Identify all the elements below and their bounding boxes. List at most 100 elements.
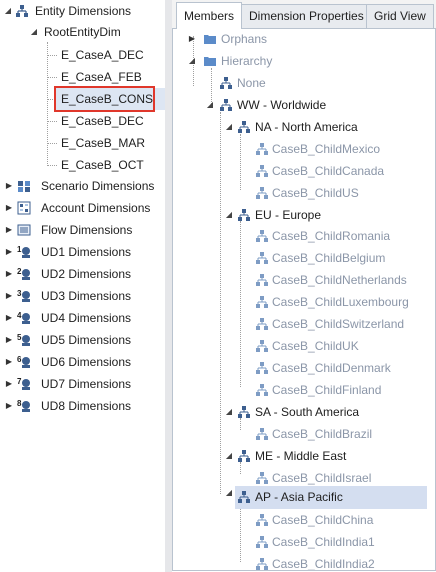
tree-node-child[interactable]: CaseB_ChildRomania bbox=[173, 226, 435, 246]
tree-node-ud4-dimensions[interactable]: ▶ 4 UD4 Dimensions bbox=[0, 308, 165, 328]
child-label: CaseB_ChildNetherlands bbox=[272, 273, 407, 287]
tree-node-ap-selected[interactable]: AP - Asia Pacific bbox=[235, 486, 427, 509]
ud-dimensions-label: UD5 Dimensions bbox=[41, 333, 132, 347]
tree-node-ud8-dimensions[interactable]: ▶ 8 UD8 Dimensions bbox=[0, 396, 165, 416]
member-icon bbox=[256, 428, 268, 440]
account-dimensions-label: Account Dimensions bbox=[41, 201, 151, 215]
tree-node-child[interactable]: CaseB_ChildSwitzerland bbox=[173, 314, 435, 334]
tab-dimension-properties[interactable]: Dimension Properties bbox=[241, 4, 372, 28]
tree-node-root-entity-dim[interactable]: ◢ RootEntityDim bbox=[0, 22, 165, 42]
tab-grid-view[interactable]: Grid View bbox=[366, 4, 434, 28]
ud-number: 7 bbox=[17, 377, 22, 386]
entity-label: E_CaseB_DEC bbox=[61, 114, 144, 128]
expand-arrow-icon[interactable]: ◢ bbox=[224, 402, 234, 422]
tree-connector bbox=[47, 55, 57, 56]
collapse-arrow-icon[interactable]: ▶ bbox=[4, 374, 14, 394]
member-icon bbox=[220, 77, 232, 89]
member-icon bbox=[256, 472, 268, 484]
tree-node-eu[interactable]: ◢ EU - Europe bbox=[173, 205, 435, 225]
collapse-arrow-icon[interactable]: ▶ bbox=[4, 286, 14, 306]
tree-node-me[interactable]: ◢ ME - Middle East bbox=[173, 446, 435, 466]
tree-node-child[interactable]: CaseB_ChildIndia1 bbox=[173, 532, 435, 552]
expand-arrow-icon[interactable]: ◢ bbox=[224, 117, 234, 137]
tree-node-child[interactable]: CaseB_ChildDenmark bbox=[173, 358, 435, 378]
tree-node-ud6-dimensions[interactable]: ▶ 6 UD6 Dimensions bbox=[0, 352, 165, 372]
expand-arrow-icon[interactable]: ◢ bbox=[205, 95, 215, 115]
expand-arrow-icon[interactable]: ◢ bbox=[3, 1, 13, 21]
member-icon bbox=[256, 340, 268, 352]
member-icon bbox=[256, 165, 268, 177]
tab-members[interactable]: Members bbox=[176, 2, 243, 29]
member-icon bbox=[256, 514, 268, 526]
folder-icon bbox=[204, 35, 216, 44]
child-label: CaseB_ChildFinland bbox=[272, 383, 382, 397]
collapse-arrow-icon[interactable]: ▶ bbox=[4, 176, 14, 196]
ud-dimension-icon: 1 bbox=[17, 245, 31, 259]
tree-node-child[interactable]: CaseB_ChildBrazil bbox=[173, 424, 435, 444]
tree-node-flow-dimensions[interactable]: ▶ Flow Dimensions bbox=[0, 220, 165, 240]
ud-dimensions-label: UD1 Dimensions bbox=[41, 245, 132, 259]
tree-connector bbox=[47, 121, 57, 122]
tree-node-orphans[interactable]: ▶ Orphans bbox=[173, 29, 435, 49]
tree-node-ud3-dimensions[interactable]: ▶ 3 UD3 Dimensions bbox=[0, 286, 165, 306]
ud-number: 2 bbox=[17, 267, 22, 276]
tree-node-na[interactable]: ◢ NA - North America bbox=[173, 117, 435, 137]
collapse-arrow-icon[interactable]: ▶ bbox=[187, 29, 197, 49]
collapse-arrow-icon[interactable]: ▶ bbox=[4, 330, 14, 350]
tree-node-child[interactable]: CaseB_ChildIndia2 bbox=[173, 554, 435, 570]
member-icon bbox=[220, 99, 232, 111]
tree-node-child[interactable]: CaseB_ChildNetherlands bbox=[173, 270, 435, 290]
member-icon bbox=[256, 318, 268, 330]
none-label: None bbox=[237, 76, 266, 90]
ud-dimension-icon: 7 bbox=[17, 377, 31, 391]
ud-dimension-icon: 4 bbox=[17, 311, 31, 325]
tree-node-sa[interactable]: ◢ SA - South America bbox=[173, 402, 435, 422]
tree-node-child[interactable]: CaseB_ChildUK bbox=[173, 336, 435, 356]
tree-node-child[interactable]: CaseB_ChildFinland bbox=[173, 380, 435, 400]
ud-dimension-icon: 5 bbox=[17, 333, 31, 347]
collapse-arrow-icon[interactable]: ▶ bbox=[4, 396, 14, 416]
expand-arrow-icon[interactable]: ◢ bbox=[224, 446, 234, 466]
tree-node-child[interactable]: CaseB_ChildLuxembourg bbox=[173, 292, 435, 312]
child-label: CaseB_ChildCanada bbox=[272, 164, 385, 178]
expand-arrow-icon[interactable]: ◢ bbox=[29, 22, 39, 42]
collapse-arrow-icon[interactable]: ▶ bbox=[4, 220, 14, 240]
tree-node-child[interactable]: CaseB_ChildMexico bbox=[173, 139, 435, 159]
tree-node-child[interactable]: CaseB_ChildChina bbox=[173, 510, 435, 530]
tree-node-hierarchy[interactable]: ◢ Hierarchy bbox=[173, 51, 435, 71]
tree-node-entity-dimensions[interactable]: ◢ Entity Dimensions bbox=[0, 1, 165, 21]
tree-node-ud7-dimensions[interactable]: ▶ 7 UD7 Dimensions bbox=[0, 374, 165, 394]
expand-arrow-icon[interactable]: ◢ bbox=[224, 205, 234, 225]
collapse-arrow-icon[interactable]: ▶ bbox=[4, 264, 14, 284]
tree-node-child[interactable]: CaseB_ChildBelgium bbox=[173, 248, 435, 268]
ud-dimensions-label: UD3 Dimensions bbox=[41, 289, 132, 303]
tree-node-ud1-dimensions[interactable]: ▶ 1 UD1 Dimensions bbox=[0, 242, 165, 262]
tree-node-child[interactable]: CaseB_ChildCanada bbox=[173, 161, 435, 181]
tree-node-ud5-dimensions[interactable]: ▶ 5 UD5 Dimensions bbox=[0, 330, 165, 350]
collapse-arrow-icon[interactable]: ▶ bbox=[4, 242, 14, 262]
sa-label: SA - South America bbox=[255, 405, 360, 419]
entity-label: E_CaseB_MAR bbox=[61, 136, 146, 150]
tree-node-child[interactable]: CaseB_ChildIsrael bbox=[173, 468, 435, 488]
ud-dimension-icon: 8 bbox=[17, 399, 31, 413]
expand-arrow-icon[interactable]: ◢ bbox=[224, 488, 234, 508]
member-icon bbox=[256, 187, 268, 199]
member-icon bbox=[238, 209, 250, 221]
tree-node-ud2-dimensions[interactable]: ▶ 2 UD2 Dimensions bbox=[0, 264, 165, 284]
member-icon bbox=[238, 450, 250, 462]
tree-node-ww[interactable]: ◢ WW - Worldwide bbox=[173, 95, 435, 115]
panel-splitter[interactable] bbox=[165, 0, 172, 572]
root-entity-dim-label: RootEntityDim bbox=[44, 25, 121, 39]
tree-node-child[interactable]: CaseB_ChildUS bbox=[173, 183, 435, 203]
ud-number: 5 bbox=[17, 333, 22, 342]
tree-node-account-dimensions[interactable]: ▶ Account Dimensions bbox=[0, 198, 165, 218]
expand-arrow-icon[interactable]: ◢ bbox=[187, 51, 197, 71]
child-label: CaseB_ChildRomania bbox=[272, 229, 391, 243]
collapse-arrow-icon[interactable]: ▶ bbox=[4, 352, 14, 372]
tree-node-scenario-dimensions[interactable]: ▶ Scenario Dimensions bbox=[0, 176, 165, 196]
member-icon bbox=[256, 362, 268, 374]
collapse-arrow-icon[interactable]: ▶ bbox=[4, 308, 14, 328]
collapse-arrow-icon[interactable]: ▶ bbox=[4, 198, 14, 218]
tree-node-none[interactable]: None bbox=[173, 73, 435, 93]
member-icon bbox=[256, 536, 268, 548]
